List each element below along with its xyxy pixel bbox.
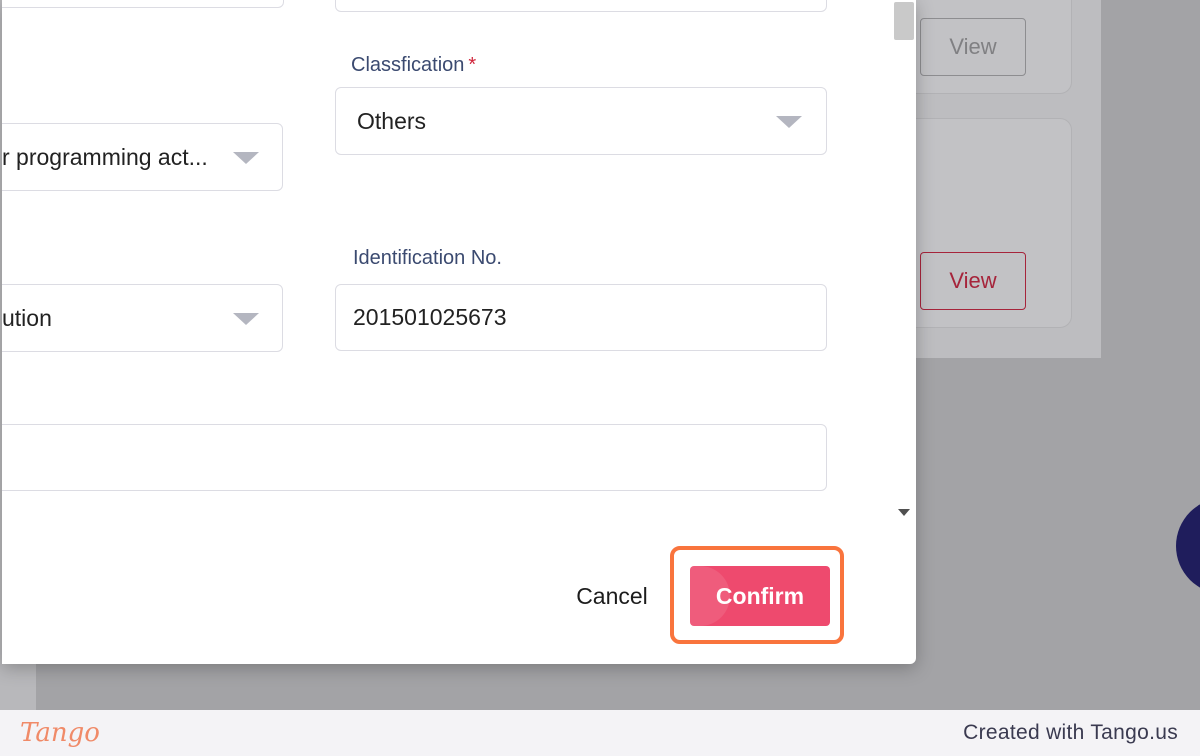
identification-input[interactable]: 201501025673 — [335, 284, 827, 351]
floating-action-button[interactable] — [1176, 498, 1200, 594]
modal-form: Classfication * Others r programming act.… — [2, 0, 892, 527]
cancel-button[interactable]: Cancel — [550, 566, 674, 626]
id-type-value: ution — [2, 304, 52, 331]
classification-value: Others — [357, 107, 427, 134]
step-highlight — [670, 546, 844, 644]
background-view-button[interactable]: View — [920, 18, 1026, 76]
activity-select[interactable]: r programming act... — [2, 123, 283, 191]
classification-select[interactable]: Others — [335, 87, 827, 155]
identification-value: 201501025673 — [353, 304, 507, 330]
tango-footer: Tango Created with Tango.us — [0, 710, 1200, 756]
activity-value: r programming act... — [2, 143, 208, 170]
classification-label: Classfication * — [351, 54, 476, 77]
tango-credit: Created with Tango.us — [963, 721, 1178, 744]
text-input[interactable] — [2, 424, 827, 491]
partial-top-right-field[interactable] — [335, 0, 827, 12]
scroll-down-arrow-icon[interactable] — [898, 509, 910, 516]
identification-label: Identification No. — [353, 247, 502, 269]
background-view-button-active[interactable]: View — [920, 252, 1026, 310]
required-mark: * — [468, 54, 477, 76]
chevron-down-icon — [233, 313, 259, 325]
classification-label-text: Classfication — [351, 54, 465, 76]
scrollbar[interactable] — [890, 0, 916, 527]
chevron-down-icon — [776, 116, 802, 128]
partial-top-left-field[interactable] — [2, 0, 284, 8]
tango-logo: Tango — [20, 718, 100, 748]
id-type-select[interactable]: ution — [2, 284, 283, 352]
scrollbar-thumb[interactable] — [894, 2, 914, 40]
chevron-down-icon — [233, 152, 259, 164]
